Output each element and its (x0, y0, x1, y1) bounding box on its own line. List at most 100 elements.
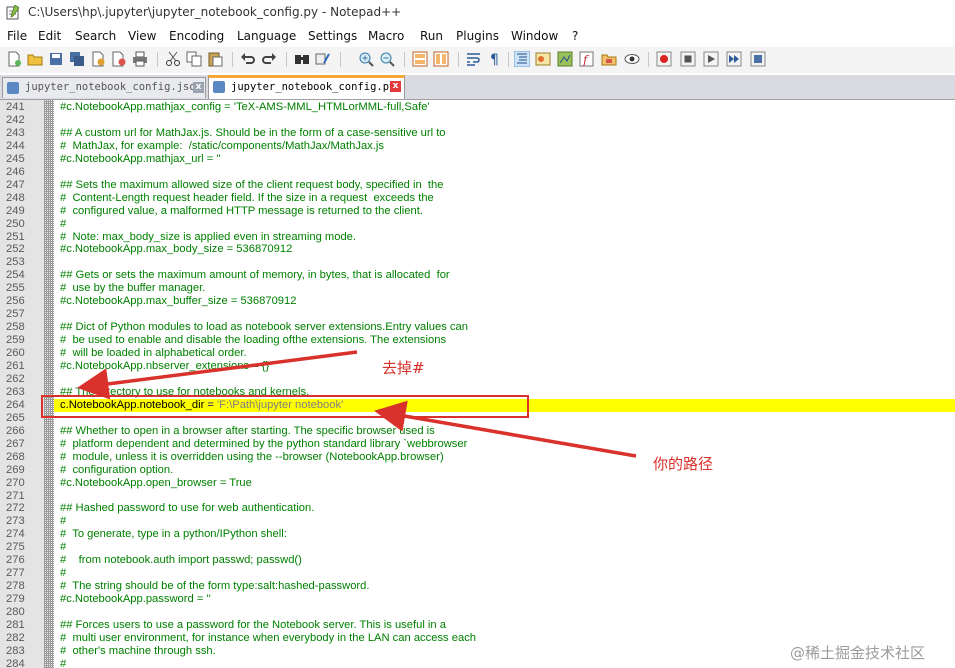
menu-language[interactable]: Language (237, 29, 296, 43)
line-number: 253 (6, 256, 25, 269)
code-line[interactable]: # To generate, type in a python/IPython … (60, 528, 287, 541)
indent-guide-icon[interactable] (514, 51, 530, 67)
menu-run[interactable]: Run (420, 29, 443, 43)
notepadpp-app-icon (6, 5, 20, 20)
document-map-icon[interactable] (557, 51, 573, 67)
title-bar: C:\Users\hp\.jupyter\jupyter_notebook_co… (0, 0, 955, 26)
code-line[interactable]: ## Forces users to use a password for th… (60, 619, 446, 632)
paste-icon[interactable] (207, 51, 223, 67)
code-line[interactable]: # module, unless it is overridden using … (60, 451, 444, 464)
tab-bar: jupyter_notebook_config.json x jupyter_n… (0, 75, 955, 100)
code-line[interactable]: ## Whether to open in a browser after st… (60, 425, 435, 438)
code-line[interactable]: ## Hashed password to use for web authen… (60, 502, 314, 515)
code-line[interactable]: #c.NotebookApp.open_browser = True (60, 477, 252, 490)
close-all-icon[interactable] (111, 51, 127, 67)
folder-as-workspace-icon[interactable] (601, 51, 617, 67)
code-line[interactable]: # configuration option. (60, 464, 173, 477)
code-line[interactable]: # (60, 658, 66, 668)
tab-label: jupyter_notebook_config.json (25, 81, 193, 93)
code-line[interactable]: #c.NotebookApp.mathjax_url = '' (60, 153, 221, 166)
code-line[interactable]: # (60, 515, 66, 528)
zoom-out-icon[interactable] (379, 51, 395, 67)
code-line[interactable]: ## Dict of Python modules to load as not… (60, 321, 468, 334)
code-line[interactable]: # MathJax, for example: /static/componen… (60, 140, 384, 153)
tab-close-icon[interactable]: x (193, 82, 204, 93)
find-icon[interactable] (294, 51, 310, 67)
line-number: 282 (6, 631, 25, 644)
code-line[interactable]: # other's machine through ssh. (60, 645, 216, 658)
sync-vertical-icon[interactable] (412, 51, 428, 67)
code-line[interactable]: # from notebook.auth import passwd; pass… (60, 554, 302, 567)
code-line[interactable]: # use by the buffer manager. (60, 282, 205, 295)
line-number: 247 (6, 178, 25, 191)
menu-macro[interactable]: Macro (368, 29, 404, 43)
run-macro-multiple-icon[interactable] (726, 51, 742, 67)
toolbar-separator (286, 52, 287, 67)
function-list-icon[interactable]: f (579, 51, 595, 67)
word-wrap-icon[interactable] (466, 51, 482, 67)
zoom-in-icon[interactable] (358, 51, 374, 67)
save-macro-icon[interactable] (750, 51, 766, 67)
code-line[interactable]: # The string should be of the form type:… (60, 580, 370, 593)
menu-plugins[interactable]: Plugins (456, 29, 499, 43)
cut-icon[interactable] (165, 51, 181, 67)
play-macro-icon[interactable] (703, 51, 719, 67)
code-line[interactable]: # (60, 541, 66, 554)
save-all-icon[interactable] (69, 51, 85, 67)
code-line[interactable]: ## Gets or sets the maximum amount of me… (60, 269, 450, 282)
close-file-icon[interactable] (90, 51, 106, 67)
monitoring-icon[interactable] (624, 51, 640, 67)
user-defined-language-icon[interactable] (535, 51, 551, 67)
menu-edit[interactable]: Edit (38, 29, 61, 43)
code-line[interactable]: #c.NotebookApp.max_buffer_size = 5368709… (60, 295, 296, 308)
tab-close-icon[interactable]: x (390, 81, 401, 92)
code-line[interactable]: # platform dependent and determined by t… (60, 438, 467, 451)
menu-help[interactable]: ? (572, 29, 578, 43)
save-icon[interactable] (48, 51, 64, 67)
tab-jupyter-notebook-config-json[interactable]: jupyter_notebook_config.json x (2, 77, 206, 98)
sync-horizontal-icon[interactable] (433, 51, 449, 67)
window-title: C:\Users\hp\.jupyter\jupyter_notebook_co… (28, 5, 402, 19)
tab-label: jupyter_notebook_config.py (231, 81, 395, 93)
new-file-icon[interactable] (6, 51, 22, 67)
line-number: 261 (6, 360, 25, 372)
menu-view[interactable]: View (128, 29, 156, 43)
code-line[interactable]: # Note: max_body_size is applied even in… (60, 231, 356, 244)
code-line[interactable]: # be used to enable and disable the load… (60, 334, 446, 347)
open-file-icon[interactable] (27, 51, 43, 67)
code-line[interactable]: # multi user environment, for instance w… (60, 632, 476, 645)
code-line[interactable]: # Content-Length request header field. I… (60, 192, 434, 205)
menu-encoding[interactable]: Encoding (169, 29, 224, 43)
code-line[interactable]: # (60, 218, 66, 231)
code-line[interactable]: ## Sets the maximum allowed size of the … (60, 179, 443, 192)
stop-macro-icon[interactable] (680, 51, 696, 67)
code-line[interactable]: # configured value, a malformed HTTP mes… (60, 205, 423, 218)
editor-area[interactable]: 241 #c.NotebookApp.mathjax_config = 'TeX-… (0, 100, 955, 668)
tab-jupyter-notebook-config-py[interactable]: jupyter_notebook_config.py x (208, 75, 405, 99)
redo-icon[interactable] (261, 51, 277, 67)
code-line[interactable]: #c.NotebookApp.mathjax_config = 'TeX-AMS… (60, 101, 430, 114)
undo-icon[interactable] (240, 51, 256, 67)
show-all-characters-icon[interactable]: ¶ (487, 51, 503, 67)
code-line[interactable]: # (60, 567, 66, 580)
line-number: 265 (6, 411, 25, 424)
menu-bar: File Edit Search View Encoding Language … (0, 27, 955, 47)
menu-search[interactable]: Search (75, 29, 116, 43)
code-line[interactable]: ## A custom url for MathJax.js. Should b… (60, 127, 446, 140)
line-number: 270 (6, 476, 25, 489)
menu-settings[interactable]: Settings (308, 29, 357, 43)
line-number: 272 (6, 502, 25, 515)
code-line[interactable]: #c.NotebookApp.max_body_size = 536870912 (60, 243, 292, 256)
copy-icon[interactable] (186, 51, 202, 67)
menu-window[interactable]: Window (511, 29, 558, 43)
record-macro-icon[interactable] (656, 51, 672, 67)
code-line[interactable]: # will be loaded in alphabetical order. (60, 347, 247, 360)
menu-file[interactable]: File (7, 29, 27, 43)
line-number: 266 (6, 424, 25, 437)
print-icon[interactable] (132, 51, 148, 67)
line-number: 268 (6, 450, 25, 463)
line-number: 257 (6, 308, 25, 321)
code-line[interactable]: #c.NotebookApp.nbserver_extensions = {} (60, 360, 269, 373)
replace-icon[interactable] (315, 51, 331, 67)
code-line[interactable]: #c.NotebookApp.password = '' (60, 593, 211, 606)
